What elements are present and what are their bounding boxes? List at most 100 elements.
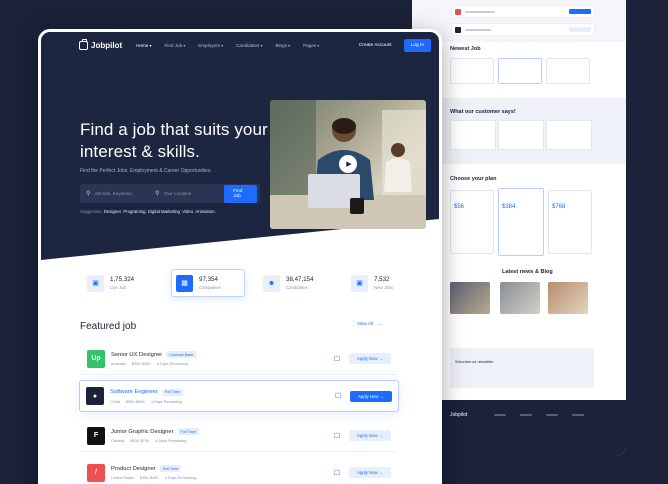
apply-now-button[interactable]: Apply Now → (349, 467, 391, 478)
company-logo-icon: / (87, 463, 105, 482)
bp-footer-logo: Jobpilot (450, 412, 468, 418)
suggestion-link[interactable]: Animation. (195, 209, 215, 214)
background-page-preview: Newest Job What our customer says! Choos… (412, 0, 626, 456)
bookmark-icon[interactable]: ☐ (332, 390, 344, 402)
nav-pages[interactable]: Pages (303, 43, 319, 48)
job-row[interactable]: F Junior Graphic Designer Full Time Canad… (81, 420, 397, 452)
bp-job-card (546, 58, 590, 84)
logo[interactable]: Jobpilot (79, 38, 123, 50)
company-logo-icon: Up (87, 349, 105, 368)
keyword-placeholder: Job title, Keyword... (94, 191, 135, 196)
bp-top-band (412, 0, 626, 42)
job-title[interactable]: Product Designer (111, 466, 156, 472)
suggestion-link[interactable]: Designer (104, 209, 121, 214)
bookmark-icon[interactable]: ☐ (331, 430, 343, 442)
bp-testimonial (546, 120, 592, 150)
bp-plan-title: Choose your plan (450, 176, 497, 182)
nav-candidates[interactable]: Candidates (236, 43, 262, 48)
job-row[interactable]: Up Senior UX Designer Contract Base Austr… (81, 343, 397, 375)
play-icon[interactable]: ▶ (339, 155, 357, 173)
bp-job-row (452, 6, 594, 17)
stat-label: Companies (199, 285, 221, 290)
bp-blog-image (548, 282, 588, 314)
bp-blog-image (450, 282, 490, 314)
suggestions: Suggestion: Designer, Programing, Digita… (80, 209, 216, 214)
job-type-badge: Full Time (161, 388, 184, 396)
job-row[interactable]: / Product Designer Full Time United State… (81, 457, 397, 484)
stat-number: 1,75,324 (110, 276, 135, 283)
bp-news-title: Latest news & Blog (502, 269, 553, 275)
search-icon: ⚲ (86, 191, 91, 197)
stat-companies: ▦ 97,354 Companies (171, 269, 245, 297)
find-job-button[interactable]: Find Job (224, 184, 258, 203)
bp-plan-price: $384 (502, 204, 516, 210)
job-days: 4 Days Remaining (150, 399, 182, 404)
job-title[interactable]: Software Engineer (110, 389, 158, 395)
nav-blogs[interactable]: Blogs (275, 43, 290, 48)
suggestion-link[interactable]: Programing (123, 209, 145, 214)
location-input[interactable]: ⚲ Your Location (155, 190, 224, 197)
bp-footer: Jobpilot (412, 400, 626, 456)
briefcase-icon: ▣ (351, 274, 368, 292)
briefcase-icon: ▣ (87, 274, 104, 292)
location-placeholder: Your Location (163, 191, 192, 196)
job-type-badge: Full Time (159, 465, 182, 472)
view-all-link[interactable]: View All → (357, 321, 395, 326)
bp-testimonial (450, 120, 496, 150)
bp-job-card (498, 58, 542, 84)
nav-home[interactable]: Home (136, 43, 151, 48)
main-browser-frame: Jobpilot Home Find Job Employers Candida… (38, 29, 442, 484)
stat-candidates: ☻ 38,47,154 Candidates (259, 269, 333, 297)
apply-now-button[interactable]: Apply Now → (349, 353, 391, 364)
nav-employers[interactable]: Employers (198, 43, 223, 48)
bp-plan-card: $384 (498, 188, 544, 256)
briefcase-logo-icon (79, 38, 88, 50)
hero-video-thumbnail[interactable]: ▶ (270, 100, 426, 229)
bp-job-row (452, 24, 594, 35)
bp-plan-card: $56 (450, 190, 494, 254)
bp-customers-title: What our customer says! (450, 109, 516, 115)
apply-now-button[interactable]: Apply Now → (350, 390, 392, 402)
job-title[interactable]: Senior UX Designer (111, 352, 162, 358)
map-pin-icon: ⚲ (155, 191, 160, 197)
apply-label: Apply Now (356, 470, 378, 475)
job-location: China (110, 399, 120, 404)
bp-job-card (450, 58, 494, 84)
keyword-search-input[interactable]: ⚲ Job title, Keyword... (86, 190, 155, 197)
nav-find-job[interactable]: Find Job (165, 43, 186, 48)
apply-now-button[interactable]: Apply Now → (349, 430, 391, 441)
company-logo-icon: ● (86, 387, 104, 405)
top-nav: Jobpilot Home Find Job Employers Candida… (41, 38, 439, 52)
view-all-label: View All (357, 321, 374, 326)
job-days: 4 Days Remaining (164, 476, 196, 480)
bp-testimonial (498, 120, 544, 150)
stat-label: New Jobs (374, 285, 393, 290)
job-salary: $50K-$60K (125, 399, 145, 404)
featured-job-title: Featured job (80, 321, 137, 332)
bp-newsletter-title: Subscribe our newsletter (455, 360, 494, 364)
apply-label: Apply Now (357, 393, 379, 399)
suggestion-link[interactable]: Digital Marketing (148, 209, 180, 214)
create-account-button[interactable]: Create Account (353, 40, 398, 51)
logo-text: Jobpilot (91, 40, 123, 50)
stats-row: ▣ 1,75,324 Live Job ▦ 97,354 Companies ☻ 3… (83, 269, 421, 297)
search-bar: ⚲ Job title, Keyword... ⚲ Your Location … (80, 184, 260, 203)
users-icon: ☻ (263, 274, 280, 292)
stat-live-job: ▣ 1,75,324 Live Job (83, 269, 157, 297)
bookmark-icon[interactable]: ☐ (331, 353, 343, 365)
building-icon: ▦ (176, 274, 193, 292)
hero-headline: Find a job that suits your interest & sk… (80, 120, 268, 161)
suggestion-link[interactable]: Video (182, 209, 193, 214)
apply-label: Apply Now (356, 356, 378, 361)
bp-plan-price: $56 (454, 204, 465, 210)
job-days: 4 Days Remaining (155, 439, 187, 443)
job-location: Canada (111, 439, 125, 443)
login-button[interactable]: Log In (403, 38, 431, 52)
job-row[interactable]: ● Software Engineer Full Time China $50K-$… (79, 380, 399, 412)
job-title[interactable]: Junior Graphic Designer (111, 429, 174, 435)
bp-plan-card: $768 (548, 190, 592, 254)
bookmark-icon[interactable]: ☐ (331, 467, 343, 479)
job-type-badge: Full Time (177, 428, 199, 435)
job-salary: $30K-$35K (131, 362, 151, 366)
stat-number: 97,354 (199, 276, 218, 283)
